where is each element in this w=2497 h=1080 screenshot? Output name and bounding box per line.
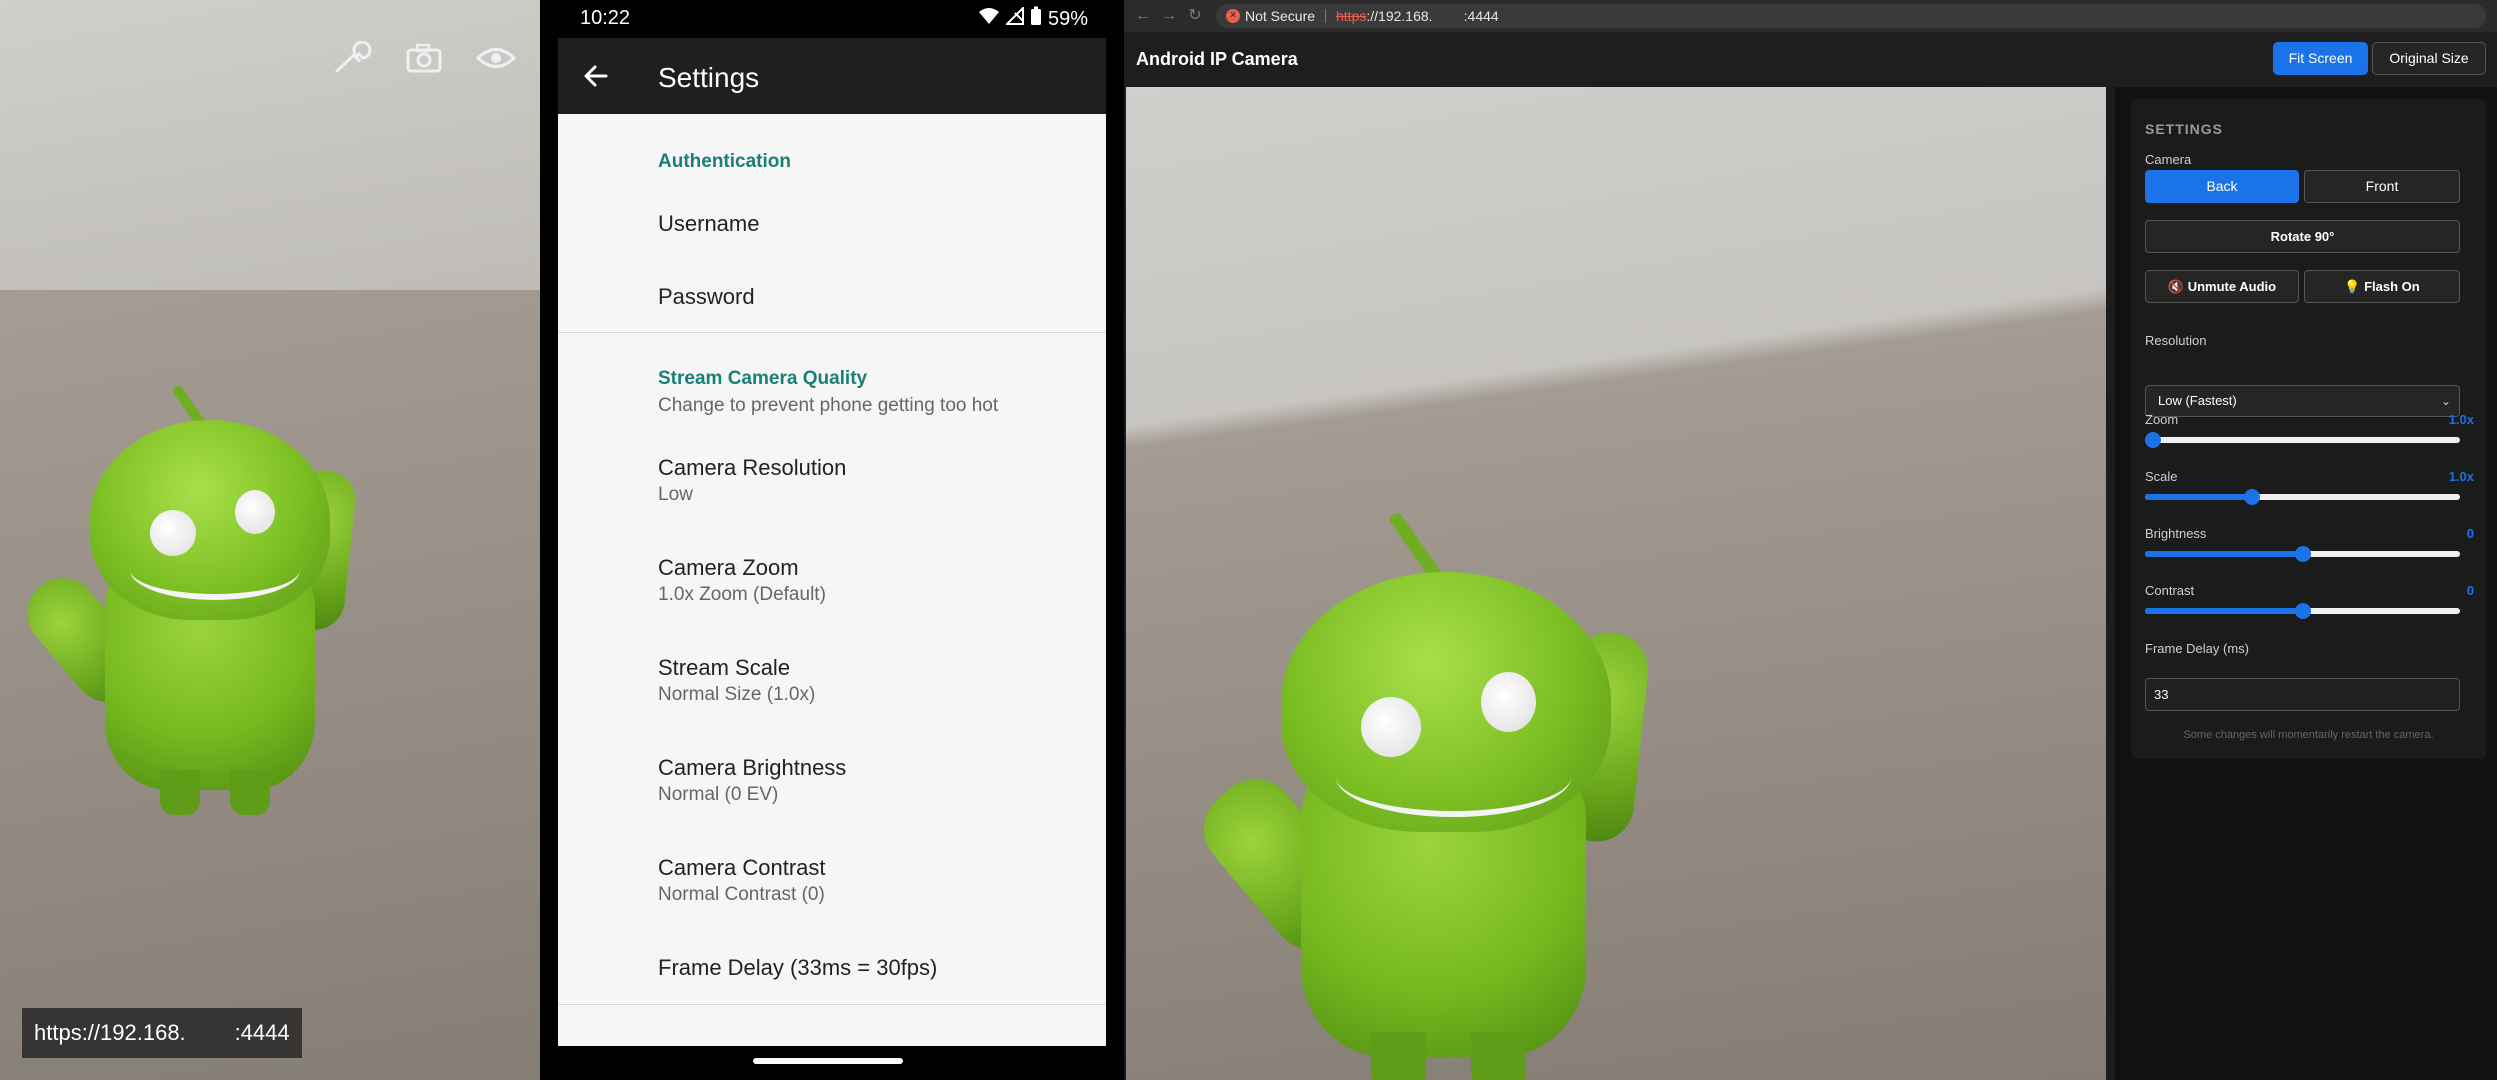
zoom-label: Zoom — [2145, 412, 2179, 427]
pref-camera-brightness-summary: Normal (0 EV) — [658, 784, 779, 805]
pref-camera-contrast-summary: Normal Contrast (0) — [658, 884, 825, 905]
section-divider — [558, 332, 1106, 333]
pref-camera-zoom[interactable]: Camera Zoom — [658, 555, 799, 581]
camera-back-button[interactable]: Back — [2145, 170, 2299, 203]
android-settings-screen: 10:22 59% Settings Authentication Userna… — [540, 0, 1124, 1080]
slider-fill — [2145, 551, 2303, 557]
forward-icon[interactable]: → — [1160, 7, 1178, 25]
status-bar: 10:22 59% — [540, 0, 1124, 38]
camera-front-button[interactable]: Front — [2304, 170, 2460, 203]
slider-fill — [2145, 494, 2252, 500]
slider-fill — [2145, 608, 2303, 614]
pref-camera-contrast[interactable]: Camera Contrast — [658, 855, 826, 881]
frame-delay-label: Frame Delay (ms) — [2145, 641, 2250, 656]
flash-button[interactable]: 💡 Flash On — [2304, 270, 2460, 303]
section-divider — [558, 1004, 1106, 1005]
scale-slider[interactable] — [2145, 489, 2460, 505]
pref-camera-resolution[interactable]: Camera Resolution — [658, 455, 846, 481]
brightness-value: 0 — [2466, 526, 2474, 541]
battery-percent: 59% — [1047, 7, 1088, 30]
contrast-value: 0 — [2466, 583, 2474, 598]
signal-icon — [1004, 5, 1024, 31]
wifi-icon — [978, 7, 1000, 31]
scale-value: 1.0x — [2448, 469, 2474, 484]
url-text: https://192.168. :4444 — [1336, 8, 1499, 24]
slider-thumb[interactable] — [2145, 432, 2161, 448]
url-separator — [1325, 9, 1326, 23]
section-subtitle-stream-quality: Change to prevent phone getting too hot — [658, 395, 999, 416]
url-scheme: https — [1336, 8, 1367, 24]
camera-label: Camera — [2145, 152, 2192, 167]
zoom-value: 1.0x — [2448, 412, 2474, 427]
preview-toolbar — [330, 40, 518, 76]
not-secure-label: Not Secure — [1245, 8, 1316, 24]
security-indicator[interactable]: × Not Secure — [1226, 8, 1315, 24]
zoom-slider[interactable] — [2145, 432, 2460, 448]
page-header: Android IP Camera Fit Screen Original Si… — [1124, 32, 2497, 87]
battery-icon — [1030, 6, 1042, 32]
slider-thumb[interactable] — [2295, 603, 2311, 619]
camera-preview: https://192.168. :4444 — [0, 0, 540, 1080]
pref-stream-scale-summary: Normal Size (1.0x) — [658, 684, 816, 705]
rotate-button[interactable]: Rotate 90° — [2145, 220, 2460, 253]
scale-label: Scale — [2145, 469, 2178, 484]
brightness-label: Brightness — [2145, 526, 2207, 541]
reload-icon[interactable]: ↻ — [1186, 7, 1204, 25]
stream-url-overlay: https://192.168. :4444 — [22, 1008, 302, 1058]
url-host: ://192.168. :4444 — [1366, 8, 1499, 24]
resolution-value: Low (Fastest) — [2158, 393, 2237, 408]
pref-username[interactable]: Username — [658, 211, 759, 237]
status-time: 10:22 — [580, 7, 631, 29]
contrast-label: Contrast — [2145, 583, 2195, 598]
settings-heading: SETTINGS — [2145, 121, 2224, 137]
android-figure — [13, 360, 520, 840]
status-icons: 59% — [978, 5, 1088, 32]
pref-frame-delay[interactable]: Frame Delay (33ms = 30fps) — [658, 955, 937, 981]
screen: https://192.168. :4444 10:22 59% Setting… — [0, 0, 2497, 1080]
section-header-authentication: Authentication — [658, 151, 791, 172]
frame-delay-input[interactable]: 33 — [2145, 678, 2460, 711]
section-header-stream-quality: Stream Camera Quality — [658, 368, 868, 389]
settings-app-bar: Settings — [558, 38, 1106, 114]
resolution-label: Resolution — [2145, 333, 2207, 348]
pref-camera-zoom-summary: 1.0x Zoom (Default) — [658, 584, 826, 605]
settings-list: Authentication Username Password Stream … — [558, 114, 1106, 1046]
pref-stream-scale[interactable]: Stream Scale — [658, 655, 790, 681]
wrench-icon[interactable] — [330, 40, 374, 76]
camera-icon[interactable] — [402, 40, 446, 76]
settings-panel: SETTINGS Camera Back Front Rotate 90° 🔇 … — [2115, 87, 2497, 1080]
pref-password[interactable]: Password — [658, 284, 755, 310]
slider-thumb[interactable] — [2244, 489, 2260, 505]
slider-thumb[interactable] — [2295, 546, 2311, 562]
restart-note: Some changes will momentarily restart th… — [2183, 729, 2434, 741]
settings-card: SETTINGS Camera Back Front Rotate 90° 🔇 … — [2131, 99, 2486, 759]
browser-window: ← → ↻ × Not Secure https://192.168. :444… — [1124, 0, 2497, 1080]
warning-icon: × — [1226, 9, 1240, 23]
original-size-button[interactable]: Original Size — [2372, 42, 2486, 75]
resolution-select[interactable]: Low (Fastest) ⌄ — [2145, 385, 2460, 417]
settings-title: Settings — [658, 62, 760, 93]
back-arrow-icon[interactable] — [580, 60, 612, 92]
gesture-nav-handle[interactable] — [753, 1058, 903, 1064]
camera-stream — [1126, 87, 2106, 1080]
eye-icon[interactable] — [474, 40, 518, 76]
pref-camera-resolution-summary: Low — [658, 484, 693, 505]
browser-toolbar: ← → ↻ × Not Secure https://192.168. :444… — [1124, 0, 2497, 32]
unmute-audio-button[interactable]: 🔇 Unmute Audio — [2145, 270, 2299, 303]
brightness-slider[interactable] — [2145, 546, 2460, 562]
back-icon[interactable]: ← — [1134, 7, 1152, 25]
page-title: Android IP Camera — [1136, 49, 1298, 69]
android-figure — [1187, 507, 1866, 1080]
address-bar[interactable]: × Not Secure https://192.168. :4444 — [1216, 4, 2486, 28]
contrast-slider[interactable] — [2145, 603, 2460, 619]
fit-screen-button[interactable]: Fit Screen — [2273, 42, 2368, 75]
pref-camera-brightness[interactable]: Camera Brightness — [658, 755, 846, 781]
